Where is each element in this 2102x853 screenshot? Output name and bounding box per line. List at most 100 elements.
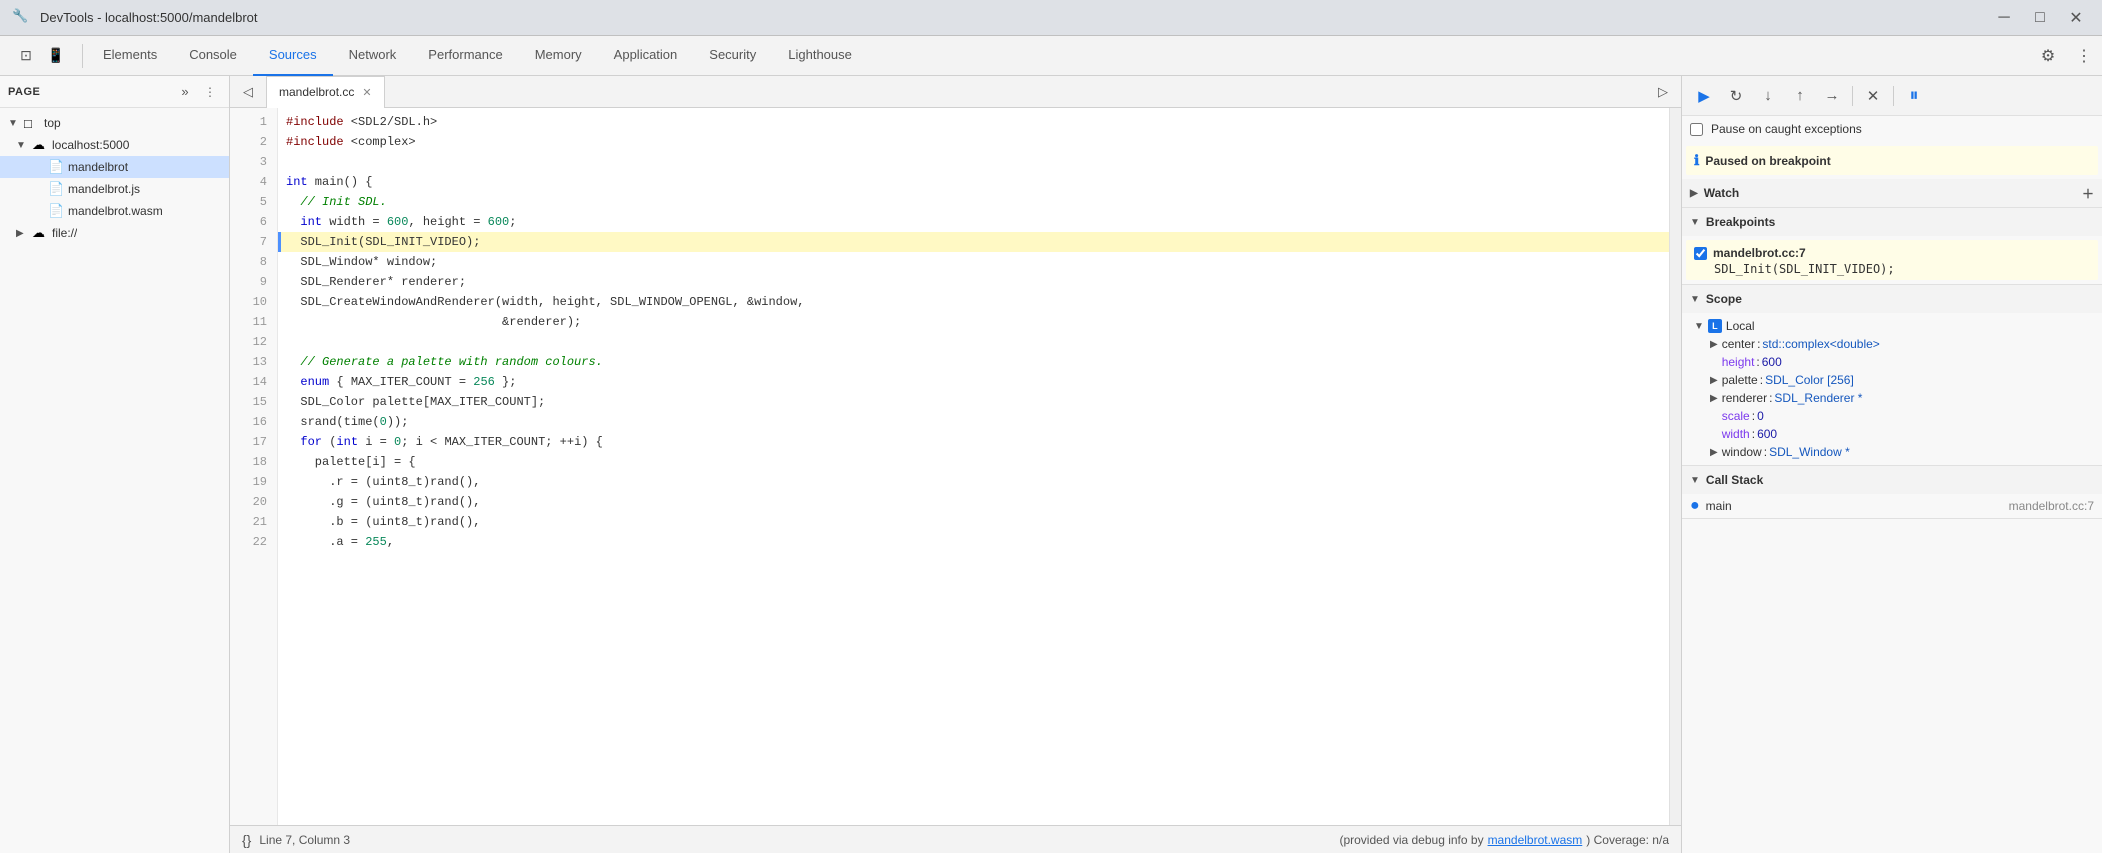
code-line-7: SDL_Init(SDL_INIT_VIDEO); <box>278 232 1669 252</box>
cursor-position: Line 7, Column 3 <box>259 833 350 847</box>
breakpoints-arrow-icon: ▼ <box>1690 217 1700 228</box>
code-scroll[interactable]: #include <SDL2/SDL.h>#include <complex> … <box>278 108 1669 825</box>
line-number-11[interactable]: 11 <box>230 312 277 332</box>
scope-section-header[interactable]: ▼ Scope <box>1682 285 2102 313</box>
line-number-19[interactable]: 19 <box>230 472 277 492</box>
step-over-button[interactable]: ↻ <box>1722 82 1750 110</box>
scope-palette: ▶ palette : SDL_Color [256] <box>1690 371 2094 389</box>
tree-item-mandelbrot-js[interactable]: 📄 mandelbrot.js <box>0 178 229 200</box>
wasm-link[interactable]: mandelbrot.wasm <box>1488 833 1583 847</box>
watch-section-header[interactable]: ▶ Watch ＋ <box>1682 179 2102 207</box>
tab-lighthouse[interactable]: Lighthouse <box>772 36 868 76</box>
line-number-4[interactable]: 4 <box>230 172 277 192</box>
line-number-3[interactable]: 3 <box>230 152 277 172</box>
step-into-button[interactable]: ↓ <box>1754 82 1782 110</box>
tab-application[interactable]: Application <box>598 36 694 76</box>
left-panel-menu-icon[interactable]: ⋮ <box>199 81 221 103</box>
navigate-back-icon[interactable]: ◁ <box>234 78 262 106</box>
line-number-15[interactable]: 15 <box>230 392 277 412</box>
line-number-7[interactable]: 7 <box>230 232 277 252</box>
status-bar: {} Line 7, Column 3 (provided via debug … <box>230 825 1681 853</box>
renderer-expand-icon[interactable]: ▶ <box>1710 393 1718 404</box>
tree-item-mandelbrot-wasm[interactable]: 📄 mandelbrot.wasm <box>0 200 229 222</box>
folder-icon-top: □ <box>24 116 40 131</box>
line-number-5[interactable]: 5 <box>230 192 277 212</box>
resume-button[interactable]: ▶ <box>1690 82 1718 110</box>
step-out-button[interactable]: ↑ <box>1786 82 1814 110</box>
pause-button[interactable]: ⏸ <box>1900 82 1928 110</box>
pause-exceptions-checkbox[interactable] <box>1690 123 1703 136</box>
line-number-22[interactable]: 22 <box>230 532 277 552</box>
deactivate-button[interactable]: ✕ <box>1859 82 1887 110</box>
tab-performance[interactable]: Performance <box>412 36 518 76</box>
step-button[interactable]: → <box>1818 82 1846 110</box>
callstack-label: Call Stack <box>1706 473 1763 487</box>
tab-elements[interactable]: Elements <box>87 36 173 76</box>
line-number-18[interactable]: 18 <box>230 452 277 472</box>
tab-security[interactable]: Security <box>693 36 772 76</box>
code-line-17: for (int i = 0; i < MAX_ITER_COUNT; ++i)… <box>278 432 1669 452</box>
file-icon-js: 📄 <box>48 181 64 197</box>
left-panel-title: Page <box>8 86 171 98</box>
breakpoints-section-header[interactable]: ▼ Breakpoints <box>1682 208 2102 236</box>
line-number-13[interactable]: 13 <box>230 352 277 372</box>
line-number-16[interactable]: 16 <box>230 412 277 432</box>
center-expand-icon[interactable]: ▶ <box>1710 339 1718 350</box>
tree-label-mandelbrot: mandelbrot <box>68 160 128 174</box>
debug-toolbar: ▶ ↻ ↓ ↑ → ✕ ⏸ <box>1682 76 2102 116</box>
watch-section: ▶ Watch ＋ <box>1682 179 2102 208</box>
palette-expand-icon[interactable]: ▶ <box>1710 375 1718 386</box>
file-tab-mandelbrot-cc[interactable]: mandelbrot.cc ✕ <box>266 76 385 108</box>
callstack-section-header[interactable]: ▼ Call Stack <box>1682 466 2102 494</box>
file-tab-close-icon[interactable]: ✕ <box>362 86 371 99</box>
line-number-21[interactable]: 21 <box>230 512 277 532</box>
breakpoint-row: mandelbrot.cc:7 <box>1694 244 2090 262</box>
cloud-icon-file: ☁ <box>32 225 48 241</box>
maximize-button[interactable]: □ <box>2026 4 2054 32</box>
local-expand-icon[interactable]: ▼ <box>1694 321 1704 332</box>
scope-val-renderer: SDL_Renderer * <box>1774 391 1862 405</box>
line-number-2[interactable]: 2 <box>230 132 277 152</box>
window-expand-icon[interactable]: ▶ <box>1710 447 1718 458</box>
tab-network[interactable]: Network <box>333 36 413 76</box>
line-number-14[interactable]: 14 <box>230 372 277 392</box>
tree-item-localhost[interactable]: ☁ localhost:5000 <box>0 134 229 156</box>
scope-val-width: 600 <box>1757 427 1777 441</box>
tab-console[interactable]: Console <box>173 36 253 76</box>
breakpoint-checkbox[interactable] <box>1694 247 1707 260</box>
settings-icon[interactable]: ⚙ <box>2034 42 2062 70</box>
line-number-8[interactable]: 8 <box>230 252 277 272</box>
code-line-16: srand(time(0)); <box>278 412 1669 432</box>
line-number-20[interactable]: 20 <box>230 492 277 512</box>
tab-memory[interactable]: Memory <box>519 36 598 76</box>
more-pages-icon[interactable]: » <box>171 78 199 106</box>
tree-label-top: top <box>44 116 61 130</box>
callstack-main[interactable]: ● main mandelbrot.cc:7 <box>1682 494 2102 518</box>
code-line-22: .a = 255, <box>278 532 1669 552</box>
line-number-1[interactable]: 1 <box>230 112 277 132</box>
close-button[interactable]: ✕ <box>2062 4 2090 32</box>
line-number-10[interactable]: 10 <box>230 292 277 312</box>
watch-add-icon[interactable]: ＋ <box>2082 185 2094 202</box>
minimize-button[interactable]: ─ <box>1990 4 2018 32</box>
tree-item-mandelbrot[interactable]: 📄 mandelbrot <box>0 156 229 178</box>
line-number-9[interactable]: 9 <box>230 272 277 292</box>
line-number-12[interactable]: 12 <box>230 332 277 352</box>
scope-center: ▶ center : std::complex<double> <box>1690 335 2094 353</box>
more-menu-icon[interactable]: ⋮ <box>2070 42 2098 70</box>
format-icon[interactable]: {} <box>242 832 251 848</box>
scope-val-scale: 0 <box>1757 409 1764 423</box>
tab-sources[interactable]: Sources <box>253 36 333 76</box>
tree-item-top[interactable]: □ top <box>0 112 229 134</box>
tree-item-file[interactable]: ☁ file:// <box>0 222 229 244</box>
scope-content: ▼ L Local ▶ center : std::complex<double… <box>1682 313 2102 465</box>
line-number-6[interactable]: 6 <box>230 212 277 232</box>
tab-bar-icons: ⊡ 📱 <box>4 42 78 70</box>
line-number-17[interactable]: 17 <box>230 432 277 452</box>
format-code-icon[interactable]: ▷ <box>1649 78 1677 106</box>
scope-local-header[interactable]: ▼ L Local <box>1690 317 2094 335</box>
device-icon[interactable]: 📱 <box>42 42 70 70</box>
inspect-icon[interactable]: ⊡ <box>12 42 40 70</box>
code-line-5: // Init SDL. <box>278 192 1669 212</box>
vertical-scrollbar[interactable] <box>1669 108 1681 825</box>
